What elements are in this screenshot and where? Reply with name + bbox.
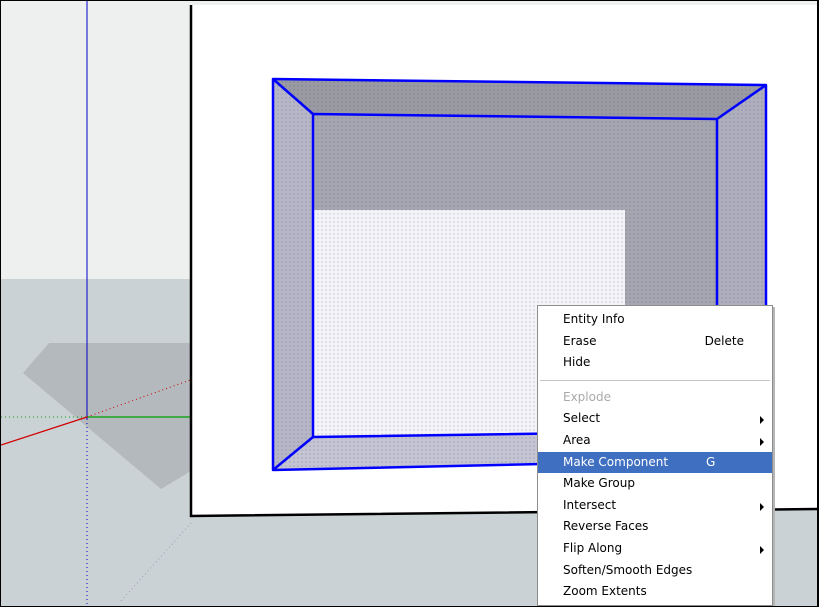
menu-item-label: Make Group [563,476,635,491]
submenu-arrow-icon [760,502,764,511]
menu-item-make-group[interactable]: Make Group [538,473,772,495]
menu-item-area[interactable]: Area [538,430,772,452]
submenu-arrow-icon [760,545,764,554]
menu-item-label: Flip Along [563,540,623,555]
menu-item-entity-info[interactable]: Entity Info [538,309,772,331]
modeling-viewport[interactable]: Entity Info Erase Delete Hide Explode Select A… [0,0,819,607]
menu-item-erase[interactable]: Erase Delete [538,331,772,353]
menu-item-label: Make Component [563,454,669,469]
menu-item-label: Soften/Smooth Edges [563,562,693,577]
menu-item-flip-along[interactable]: Flip Along [538,538,772,560]
menu-item-intersect[interactable]: Intersect [538,495,772,517]
menu-separator [540,379,770,381]
menu-item-soften-smooth-edges[interactable]: Soften/Smooth Edges [538,560,772,582]
menu-item-label: Zoom Extents [563,584,647,599]
menu-item-select[interactable]: Select [538,408,772,430]
menu-item-zoom-extents[interactable]: Zoom Extents [538,581,772,603]
menu-item-hide[interactable]: Hide [538,352,772,374]
menu-item-label: Entity Info [563,312,625,326]
submenu-arrow-icon [760,437,764,446]
menu-item-shortcut: G [706,454,716,469]
menu-item-label: Select [563,411,601,426]
menu-item-label: Intersect [563,497,617,512]
menu-item-shortcut: Delete [704,333,744,348]
menu-item-reverse-faces[interactable]: Reverse Faces [538,516,772,538]
menu-item-label: Explode [563,389,611,404]
menu-item-label: Area [563,432,591,447]
submenu-arrow-icon [760,416,764,425]
menu-item-label: Hide [563,355,591,370]
menu-item-label: Reverse Faces [563,519,649,534]
menu-item-explode: Explode [538,387,772,409]
menu-item-label: Erase [563,333,597,348]
menu-item-make-component[interactable]: Make Component G [538,451,772,474]
context-menu[interactable]: Entity Info Erase Delete Hide Explode Select A… [537,305,773,606]
